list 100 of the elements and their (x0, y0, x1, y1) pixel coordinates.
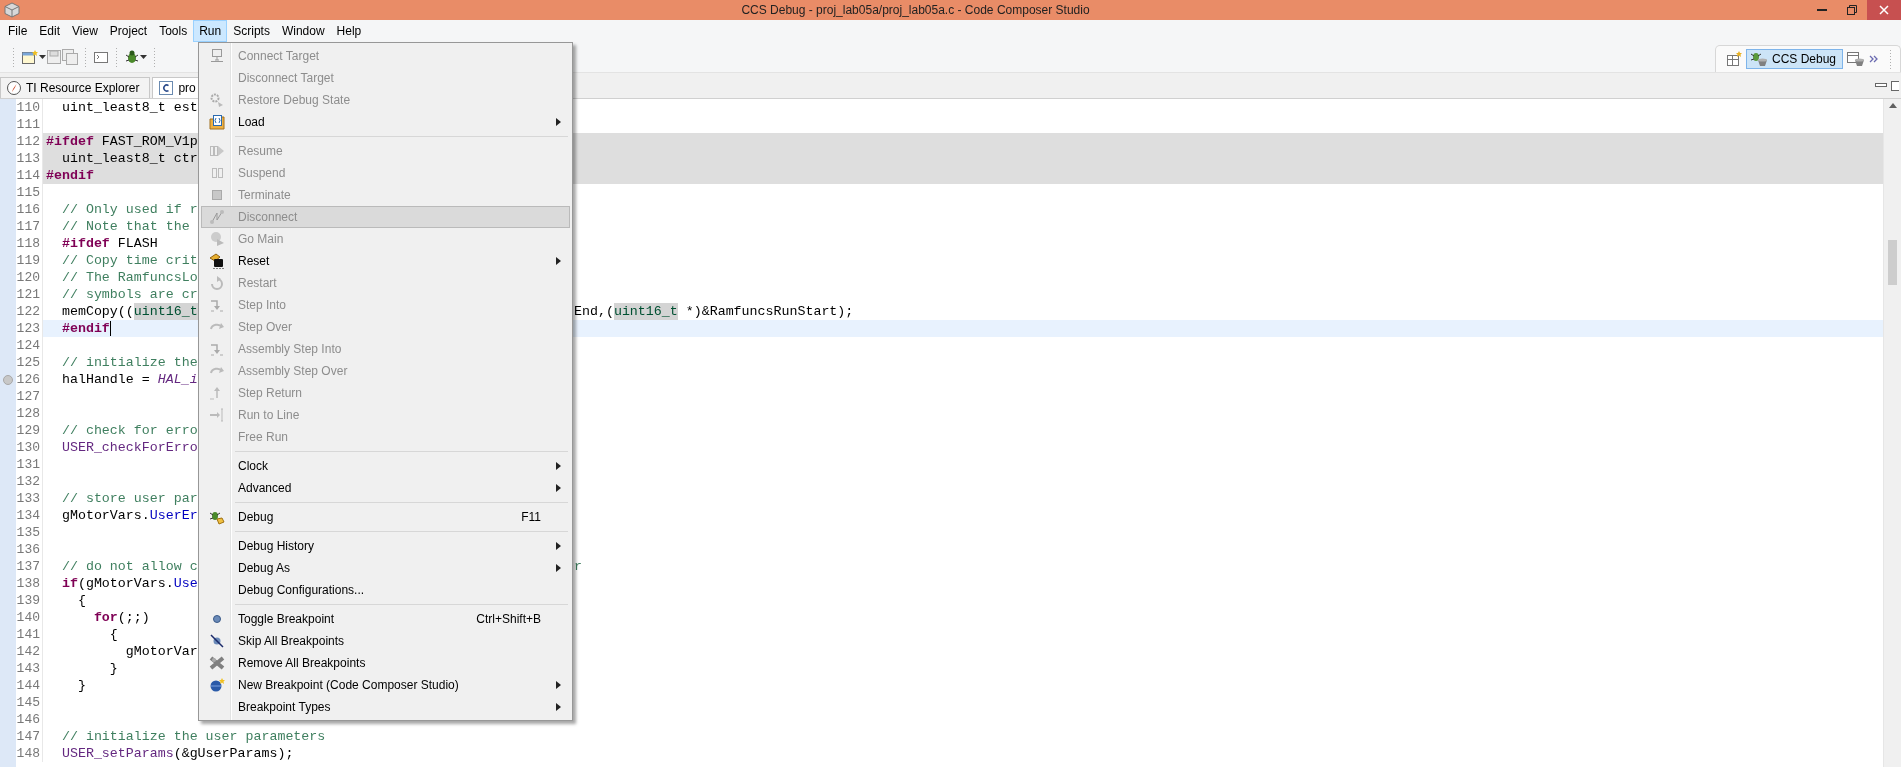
scrollbar[interactable] (1883, 99, 1901, 767)
remove-icon (209, 655, 225, 671)
compass-icon (6, 80, 22, 96)
table-icon[interactable] (1847, 51, 1865, 67)
code-line: // The RamfuncsLo (60, 269, 199, 286)
menu-item[interactable]: Breakpoint Types (201, 696, 570, 718)
line-number: 134 (16, 507, 43, 524)
menu-item[interactable]: Load (201, 111, 570, 133)
code-line: End,(uint16_t *)&RamfuncsRunStart); (574, 303, 854, 320)
scroll-up-icon[interactable] (1888, 103, 1897, 108)
menu-item[interactable]: Debug History (201, 535, 570, 557)
perspective-button[interactable]: CCS Debug (1745, 49, 1843, 69)
menu-item[interactable]: View (66, 20, 104, 42)
code-line: // Note that the (60, 218, 191, 235)
line-number: 110 (16, 99, 43, 116)
line-number: 141 (16, 626, 43, 643)
menu-item[interactable]: Toggle Breakpoint Ctrl+Shift+B (201, 608, 570, 630)
code-line: { (108, 626, 119, 643)
code-line: // Copy time crit (60, 252, 199, 269)
menu-item[interactable]: Skip All Breakpoints (201, 630, 570, 652)
line-number: 144 (16, 677, 43, 694)
monitor-icon (209, 48, 225, 64)
line-number: 111 (16, 116, 43, 133)
menu-item[interactable]: Reset (201, 250, 570, 272)
line-number: 135 (16, 524, 43, 541)
scrollbar-thumb[interactable] (1888, 240, 1897, 285)
line-number: 147 (16, 728, 43, 745)
code-line: halHandle = HAL_i (60, 371, 199, 388)
code-line: gMotorVars.UserEr (60, 507, 199, 524)
step-into-icon (209, 341, 225, 357)
bug-icon (124, 49, 140, 65)
menu-item[interactable]: Run (193, 20, 228, 42)
code-line: // Only used if r (60, 201, 199, 218)
close-button[interactable] (1867, 0, 1901, 20)
editor-tab[interactable]: TI Resource Explorer (0, 77, 151, 98)
line-number: 120 (16, 269, 43, 286)
code-line: // check for erro (60, 422, 199, 439)
menu-item[interactable]: New Breakpoint (Code Composer Studio) (201, 674, 570, 696)
line-number: 136 (16, 541, 43, 558)
menu-item[interactable]: Remove All Breakpoints (201, 652, 570, 674)
menu-item[interactable]: Help (330, 20, 368, 42)
folder-icon (209, 114, 225, 130)
menu-item[interactable]: Scripts (227, 20, 276, 42)
run-to-line-icon (209, 407, 225, 423)
step-into-icon (209, 297, 225, 313)
menu-item[interactable]: Tools (153, 20, 194, 42)
line-number: 122 (16, 303, 43, 320)
go-main-icon (209, 231, 225, 247)
code-line: // symbols are cr (60, 286, 199, 303)
restart-icon (209, 275, 225, 291)
line-number: 146 (16, 711, 43, 728)
window-title: CCS Debug - proj_lab05a/proj_lab05a.c - Code Composer Studio (740, 2, 1091, 19)
code-line: r (574, 558, 583, 575)
open-perspective-icon (1725, 51, 1742, 67)
menu-item[interactable]: Debug As (201, 557, 570, 579)
breakpoint-marker[interactable] (3, 374, 13, 385)
line-number: 124 (16, 337, 43, 354)
menu-item[interactable]: Advanced (201, 477, 570, 499)
line-number: 121 (16, 286, 43, 303)
code-line: { (76, 592, 87, 609)
line-number: 145 (16, 694, 43, 711)
line-number: 142 (16, 643, 43, 660)
ball-icon (209, 677, 225, 693)
save-all-icon (62, 49, 78, 65)
chip-icon (209, 253, 225, 269)
bug-icon (209, 509, 225, 525)
disconnect-icon (209, 209, 225, 225)
new-file-icon (21, 49, 39, 65)
menu-item[interactable]: Window (275, 20, 331, 42)
line-number: 129 (16, 422, 43, 439)
menu-item[interactable]: Project (103, 20, 154, 42)
line-number: 139 (16, 592, 43, 609)
c-file-icon (158, 80, 175, 96)
menu-item[interactable]: Clock (201, 455, 570, 477)
line-number: 126 (16, 371, 43, 388)
stop-icon (209, 187, 225, 203)
code-line: USER_setParams(&gUserParams); (60, 745, 294, 762)
window-icon (93, 49, 109, 65)
line-number: 119 (16, 252, 43, 269)
chevron-icon[interactable] (1869, 55, 1879, 63)
line-number: 140 (16, 609, 43, 626)
line-number: 148 (16, 745, 43, 762)
line-number: 128 (16, 405, 43, 422)
save-icon (46, 49, 62, 65)
code-line: // do not allow c (60, 558, 199, 575)
pause-icon (209, 165, 225, 181)
code-line: if(gMotorVars.Use (60, 575, 199, 592)
line-number: 117 (16, 218, 43, 235)
maximize-icon[interactable] (1891, 80, 1899, 91)
code-line: uint_least8_t est (60, 99, 199, 116)
menu-item[interactable]: File (2, 20, 34, 42)
menu-item[interactable]: Debug F11 (201, 506, 570, 528)
resume-icon (209, 143, 225, 159)
menu-item[interactable]: Debug Configurations... (201, 579, 570, 601)
menu-item[interactable]: Edit (33, 20, 67, 42)
code-line: uint_least8_t ctr (60, 150, 199, 167)
code-line: #ifdef FAST_ROM_V1p (46, 133, 199, 150)
caret-icon (39, 55, 46, 59)
minimize-icon (1817, 9, 1827, 11)
line-number: 115 (16, 184, 43, 201)
